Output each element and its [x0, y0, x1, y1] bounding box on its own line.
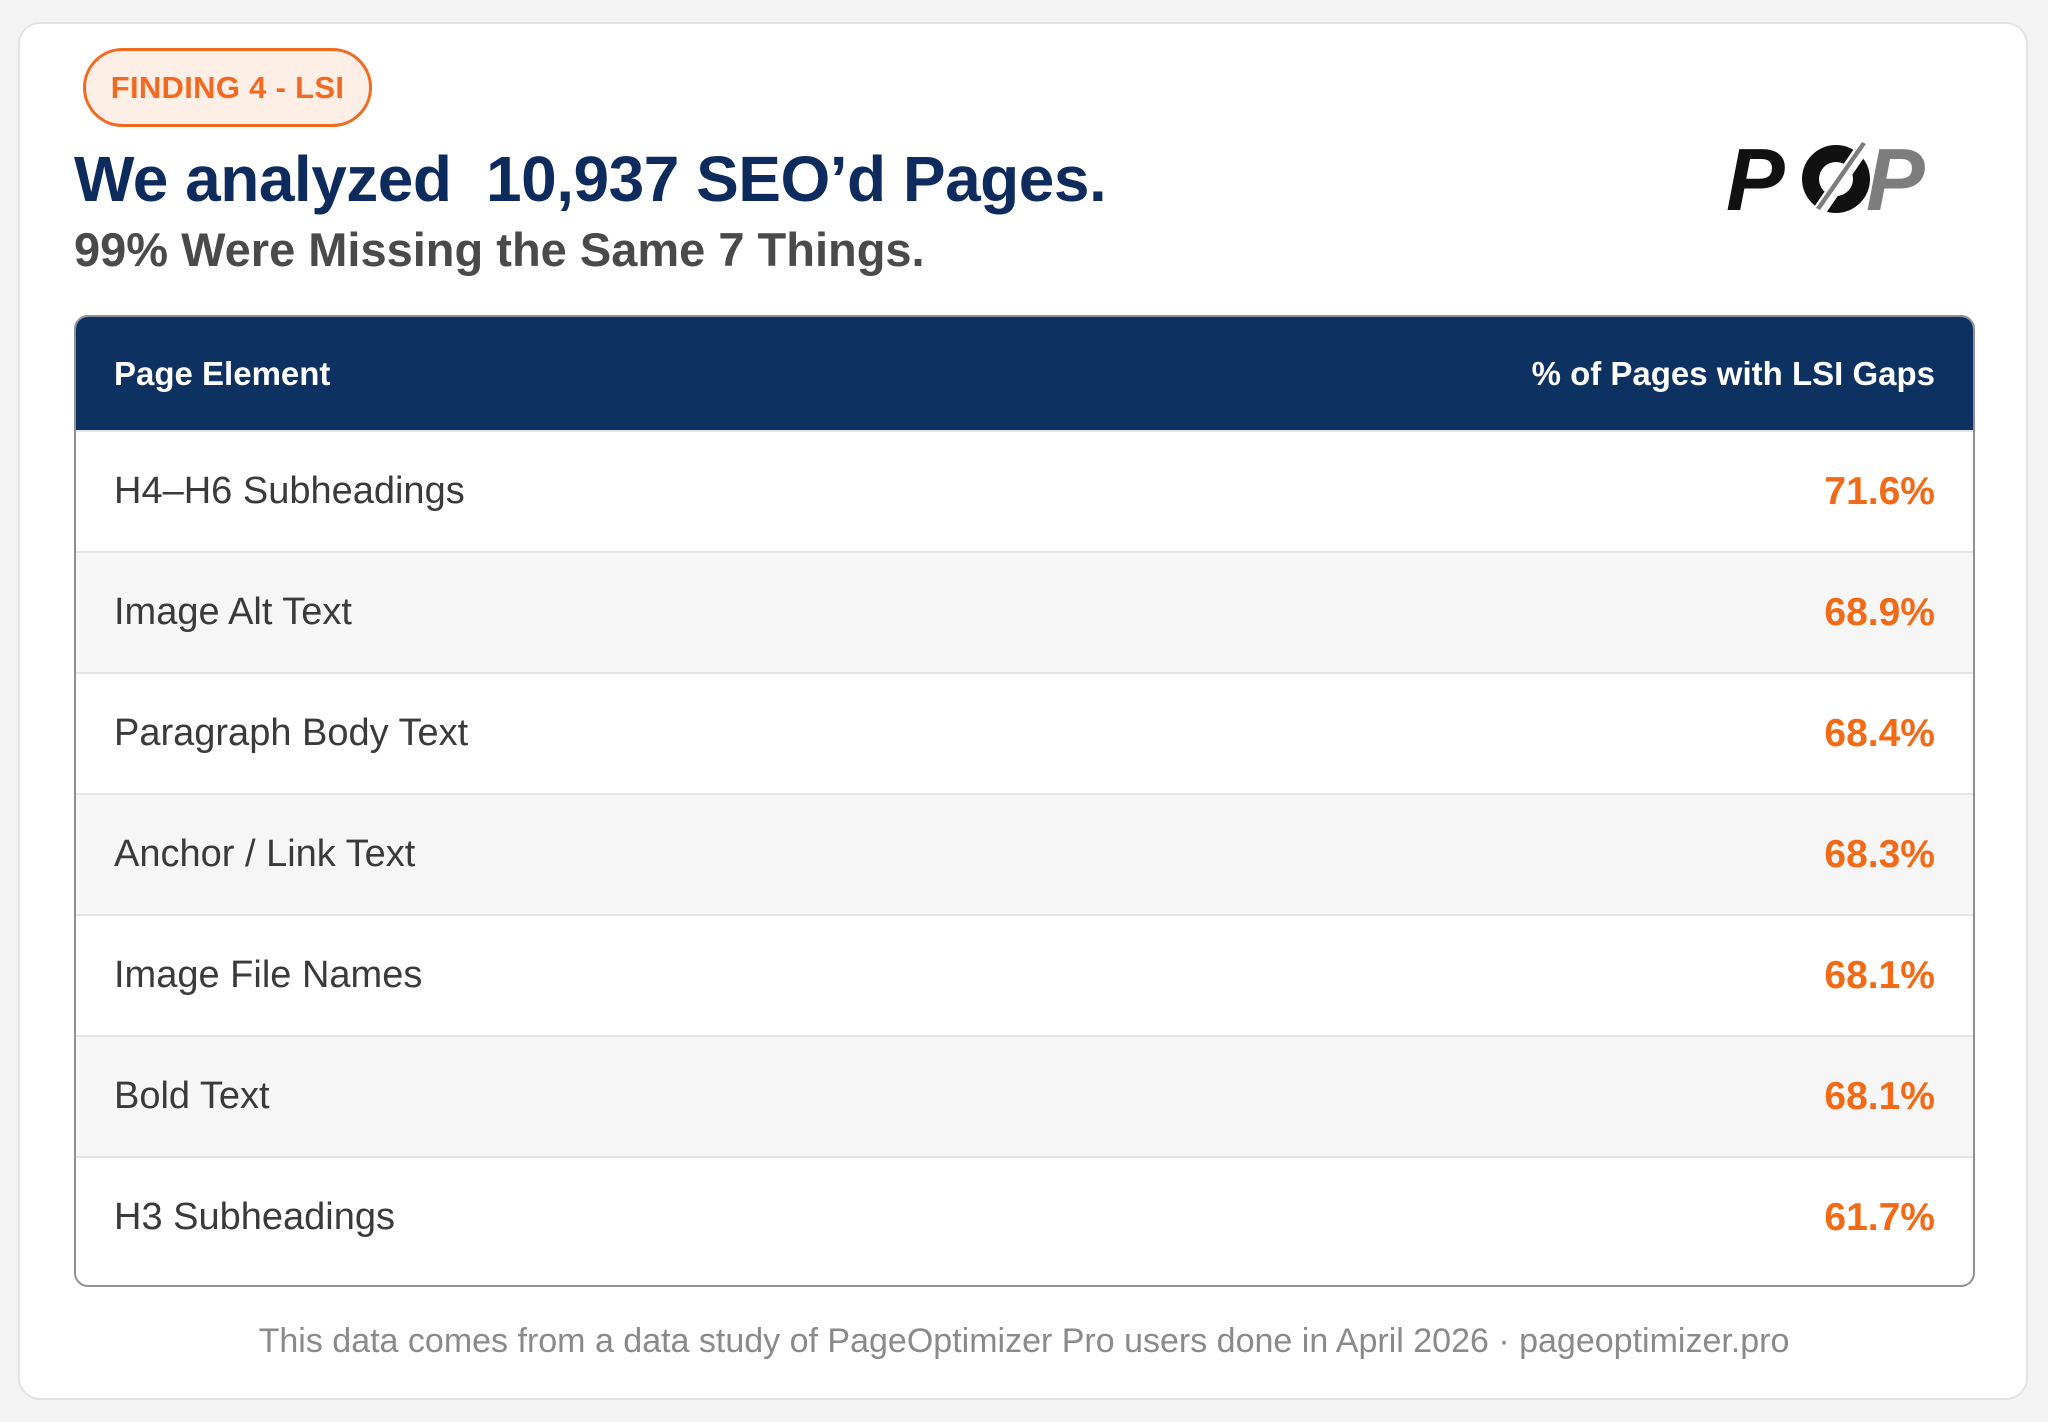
row-percent: 68.3%	[1824, 832, 1935, 876]
pop-logo: P P	[1726, 132, 1925, 226]
page-subtitle: 99% Were Missing the Same 7 Things.	[74, 223, 925, 276]
row-element: H3 Subheadings	[114, 1196, 395, 1238]
row-percent: 71.6%	[1824, 469, 1935, 513]
row-percent: 61.7%	[1824, 1195, 1935, 1239]
row-element: Image File Names	[114, 954, 423, 996]
table-row: H3 Subheadings 61.7%	[76, 1156, 1973, 1277]
table-row: Image Alt Text 68.9%	[76, 551, 1973, 672]
table-row: Paragraph Body Text 68.4%	[76, 672, 1973, 793]
column-header-percent: % of Pages with LSI Gaps	[1531, 354, 1935, 392]
table-row: H4–H6 Subheadings 71.6%	[76, 430, 1973, 551]
row-element: H4–H6 Subheadings	[114, 470, 465, 512]
column-header-element: Page Element	[114, 354, 331, 392]
row-percent: 68.1%	[1824, 1074, 1935, 1118]
source-footnote: This data comes from a data study of Pag…	[258, 1322, 1790, 1360]
table-row: Bold Text 68.1%	[76, 1035, 1973, 1156]
lsi-gap-table: Page Element % of Pages with LSI Gaps H4…	[74, 315, 1975, 1287]
row-percent: 68.9%	[1824, 590, 1935, 634]
row-percent: 68.1%	[1824, 953, 1935, 997]
row-element: Paragraph Body Text	[114, 712, 469, 754]
finding-badge: FINDING 4 - LSI	[83, 48, 372, 127]
row-element: Bold Text	[114, 1075, 270, 1117]
table-header: Page Element % of Pages with LSI Gaps	[76, 317, 1973, 430]
table-row: Image File Names 68.1%	[76, 914, 1973, 1035]
table-row: Anchor / Link Text 68.3%	[76, 793, 1973, 914]
row-element: Image Alt Text	[114, 591, 352, 633]
row-element: Anchor / Link Text	[114, 833, 416, 875]
logo-letter-p1: P	[1726, 132, 1785, 226]
page-title: We analyzed 10,937 SEO’d Pages.	[74, 143, 1107, 215]
row-percent: 68.4%	[1824, 711, 1935, 755]
logo-letter-p2: P	[1866, 132, 1925, 226]
